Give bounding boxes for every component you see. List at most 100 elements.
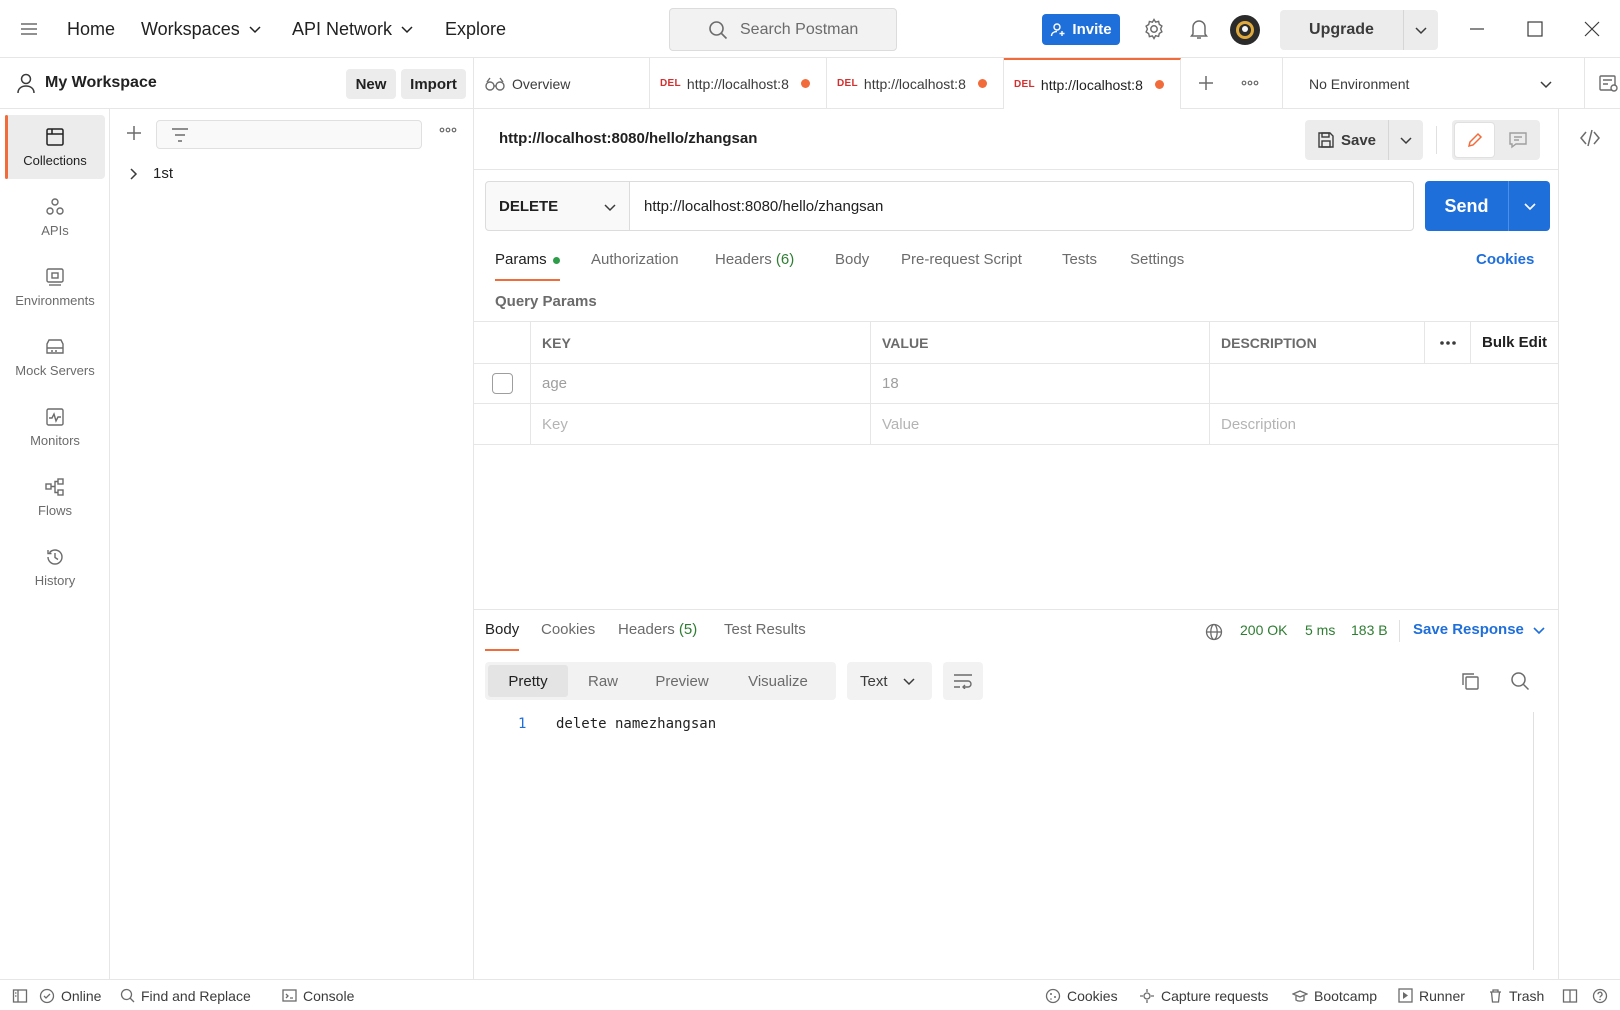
code-snippet-icon[interactable] bbox=[1579, 129, 1601, 147]
two-pane-view-icon[interactable] bbox=[1562, 980, 1578, 1010]
param-key-cell[interactable]: age bbox=[530, 364, 870, 403]
toggle-sidebar-icon[interactable] bbox=[12, 980, 28, 1010]
new-value-input[interactable]: Value bbox=[870, 404, 1209, 444]
param-description-cell[interactable] bbox=[1209, 364, 1559, 403]
chevron-down-icon bbox=[1540, 81, 1552, 89]
tab-settings[interactable]: Settings bbox=[1130, 251, 1184, 281]
collection-item[interactable]: 1st bbox=[127, 165, 173, 182]
response-body-editor[interactable]: 1 delete namezhangsan bbox=[474, 712, 1534, 972]
response-divider[interactable] bbox=[474, 609, 1559, 610]
tab-request-active[interactable]: DEL http://localhost:8 bbox=[1004, 58, 1181, 109]
save-button[interactable]: Save bbox=[1305, 120, 1423, 160]
console-button[interactable]: Console bbox=[282, 980, 354, 1010]
tab-tests[interactable]: Tests bbox=[1062, 251, 1097, 281]
bulk-edit-link[interactable]: Bulk Edit bbox=[1470, 322, 1559, 363]
more-options-icon[interactable] bbox=[439, 127, 457, 133]
notifications-bell-icon[interactable] bbox=[1189, 18, 1209, 40]
tab-overview[interactable]: Overview bbox=[474, 58, 650, 109]
unsaved-dot bbox=[1154, 80, 1164, 89]
column-options-icon[interactable] bbox=[1424, 322, 1470, 363]
new-tab-plus-icon[interactable] bbox=[1197, 74, 1215, 92]
copy-icon[interactable] bbox=[1460, 671, 1480, 691]
sidebar-item-mock-servers[interactable]: Mock Servers bbox=[5, 325, 105, 389]
add-collection-icon[interactable] bbox=[125, 124, 143, 142]
comments-icon[interactable] bbox=[1498, 123, 1537, 157]
network-globe-icon[interactable] bbox=[1205, 623, 1223, 641]
chevron-down-icon[interactable] bbox=[1389, 133, 1423, 147]
new-button[interactable]: New bbox=[346, 69, 396, 99]
edit-pencil-icon[interactable] bbox=[1455, 123, 1494, 157]
import-button[interactable]: Import bbox=[401, 69, 466, 99]
chevron-down-icon[interactable] bbox=[1404, 23, 1438, 37]
nav-explore[interactable]: Explore bbox=[445, 0, 506, 58]
edit-comment-toggle[interactable] bbox=[1452, 120, 1540, 160]
cookies-button[interactable]: Cookies bbox=[1045, 980, 1118, 1010]
tab-request[interactable]: DEL http://localhost:8 bbox=[827, 58, 1004, 109]
status-bar: Online Find and Replace Console Cookies … bbox=[0, 979, 1620, 1010]
row-enable-checkbox[interactable] bbox=[474, 364, 530, 403]
tab-options-icon[interactable] bbox=[1241, 80, 1259, 86]
collection-filter-input[interactable] bbox=[156, 120, 422, 149]
find-replace-button[interactable]: Find and Replace bbox=[120, 980, 251, 1010]
right-sidebar bbox=[1558, 109, 1620, 979]
trash-button[interactable]: Trash bbox=[1488, 980, 1544, 1010]
search-input[interactable]: Search Postman bbox=[669, 8, 897, 51]
response-tab-headers[interactable]: Headers (5) bbox=[618, 621, 697, 651]
response-tab-body[interactable]: Body bbox=[485, 621, 520, 651]
sidebar-item-monitors[interactable]: Monitors bbox=[5, 395, 105, 459]
new-description-input[interactable]: Description bbox=[1209, 404, 1559, 444]
close-window-icon[interactable] bbox=[1583, 20, 1601, 38]
request-title[interactable]: http://localhost:8080/hello/zhangsan bbox=[499, 130, 757, 147]
avatar[interactable] bbox=[1229, 14, 1261, 46]
tab-headers[interactable]: Headers (6) bbox=[715, 251, 794, 281]
format-pretty[interactable]: Pretty bbox=[488, 665, 568, 697]
workspace-name[interactable]: My Workspace bbox=[45, 74, 157, 92]
sidebar-item-collections[interactable]: Collections bbox=[5, 115, 105, 179]
save-response-button[interactable]: Save Response bbox=[1413, 621, 1546, 638]
hamburger-menu-icon[interactable] bbox=[20, 21, 38, 37]
capture-requests-button[interactable]: Capture requests bbox=[1139, 980, 1268, 1010]
tab-pre-request-script[interactable]: Pre-request Script bbox=[901, 251, 1022, 281]
response-size[interactable]: 183 B bbox=[1351, 622, 1388, 638]
nav-home[interactable]: Home bbox=[67, 0, 115, 58]
help-icon[interactable] bbox=[1592, 980, 1608, 1010]
tab-request[interactable]: DEL http://localhost:8 bbox=[650, 58, 827, 109]
new-key-input[interactable]: Key bbox=[530, 404, 870, 444]
upgrade-button[interactable]: Upgrade bbox=[1280, 10, 1438, 50]
editor-scrollbar[interactable] bbox=[1533, 712, 1534, 970]
tab-authorization[interactable]: Authorization bbox=[591, 251, 679, 281]
tab-body[interactable]: Body bbox=[835, 251, 869, 281]
send-button[interactable]: Send bbox=[1425, 181, 1550, 231]
minimize-window-icon[interactable] bbox=[1468, 20, 1486, 38]
response-tab-test-results[interactable]: Test Results bbox=[724, 621, 806, 651]
method-select[interactable]: DELETE bbox=[485, 181, 630, 231]
status-code[interactable]: 200 OK bbox=[1240, 622, 1287, 638]
settings-gear-icon[interactable] bbox=[1143, 18, 1165, 40]
sidebar-item-environments[interactable]: Environments bbox=[5, 255, 105, 319]
search-icon[interactable] bbox=[1510, 671, 1530, 691]
sidebar-item-history[interactable]: History bbox=[5, 535, 105, 599]
format-visualize[interactable]: Visualize bbox=[726, 665, 830, 697]
environment-quick-look-icon[interactable] bbox=[1584, 58, 1620, 109]
tab-params[interactable]: Params bbox=[495, 251, 560, 281]
chevron-down-icon[interactable] bbox=[1509, 199, 1550, 213]
online-status[interactable]: Online bbox=[39, 980, 101, 1010]
environment-select[interactable]: No Environment bbox=[1282, 58, 1586, 109]
runner-button[interactable]: Runner bbox=[1398, 980, 1465, 1010]
format-raw[interactable]: Raw bbox=[568, 665, 638, 697]
bootcamp-button[interactable]: Bootcamp bbox=[1292, 980, 1377, 1010]
response-tab-cookies[interactable]: Cookies bbox=[541, 621, 595, 651]
sidebar-item-apis[interactable]: APIs bbox=[5, 185, 105, 249]
format-preview[interactable]: Preview bbox=[638, 665, 726, 697]
url-input[interactable]: http://localhost:8080/hello/zhangsan bbox=[629, 181, 1414, 231]
nav-workspaces[interactable]: Workspaces bbox=[141, 0, 262, 58]
sidebar-item-flows[interactable]: Flows bbox=[5, 465, 105, 529]
param-value-cell[interactable]: 18 bbox=[870, 364, 1209, 403]
wrap-lines-icon[interactable] bbox=[943, 662, 983, 700]
maximize-window-icon[interactable] bbox=[1526, 20, 1544, 38]
cookies-link[interactable]: Cookies bbox=[1476, 251, 1534, 268]
language-select[interactable]: Text bbox=[847, 662, 932, 700]
nav-api-network[interactable]: API Network bbox=[292, 0, 414, 58]
response-time[interactable]: 5 ms bbox=[1305, 622, 1335, 638]
invite-button[interactable]: Invite bbox=[1042, 14, 1120, 45]
